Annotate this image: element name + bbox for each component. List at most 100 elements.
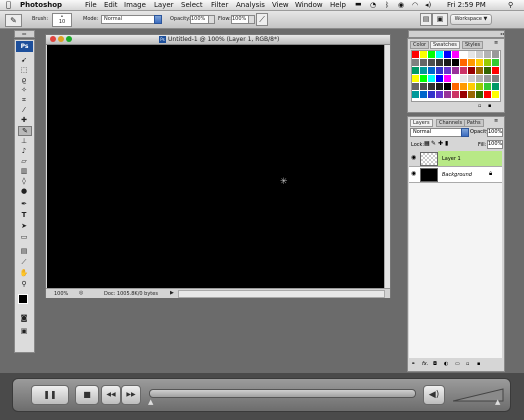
apple-icon[interactable]:  [6, 0, 11, 9]
color-swatch[interactable] [412, 91, 419, 98]
tab-swatches[interactable]: Swatches [430, 41, 460, 49]
new-layer-icon[interactable]: ▫ [466, 361, 469, 367]
layer-row-background[interactable]: ◉ Background 🔒︎ [409, 167, 502, 183]
display-icon[interactable]: ▬ [355, 0, 362, 8]
layer-opacity-input[interactable]: 100% [487, 128, 503, 137]
menu-select[interactable]: Select [181, 1, 203, 9]
menu-image[interactable]: Image [124, 1, 146, 9]
color-swatch[interactable] [492, 83, 499, 90]
layer-name[interactable]: Layer 1 [442, 156, 461, 162]
status-arrow-icon[interactable]: ▶ [170, 290, 174, 296]
color-swatch[interactable] [484, 67, 491, 74]
lock-pixels-icon[interactable]: ✎ [431, 140, 436, 147]
color-swatch[interactable] [444, 75, 451, 82]
color-swatch[interactable] [476, 67, 483, 74]
opacity-arrow-icon[interactable] [208, 15, 215, 24]
color-swatch[interactable] [428, 51, 435, 58]
color-swatch[interactable] [420, 51, 427, 58]
clone-stamp-tool-icon[interactable]: ⊥ [18, 137, 30, 145]
color-swatch[interactable] [436, 75, 443, 82]
layer-visibility-eye-icon[interactable]: ◉ [411, 154, 416, 161]
tab-channels[interactable]: Channels [436, 119, 466, 127]
color-swatch[interactable] [436, 59, 443, 66]
color-swatch[interactable] [428, 59, 435, 66]
brush-picker[interactable]: • 10 [52, 13, 72, 27]
status-menu-icon[interactable]: ◎ [79, 290, 83, 296]
scrubber-track[interactable] [149, 389, 416, 398]
crop-tool-icon[interactable]: ⌗ [18, 96, 30, 104]
adjustment-layer-icon[interactable]: ◐ [444, 361, 448, 367]
color-swatch[interactable] [460, 59, 467, 66]
panel-dock-collapse-icon[interactable]: ◂◂ [408, 30, 505, 38]
color-swatch[interactable] [452, 75, 459, 82]
color-swatch[interactable] [428, 83, 435, 90]
color-swatch[interactable] [484, 75, 491, 82]
color-swatch[interactable] [436, 83, 443, 90]
delete-swatch-icon[interactable]: ▪ [488, 103, 491, 109]
menu-view[interactable]: View [272, 1, 289, 9]
brush-tool-icon[interactable]: ✎ [18, 126, 32, 136]
blend-mode-arrow-icon[interactable] [461, 128, 469, 137]
color-swatch[interactable] [412, 83, 419, 90]
color-swatch[interactable] [452, 51, 459, 58]
toolbox-collapse-icon[interactable]: ▸▸ [14, 30, 35, 38]
color-swatch[interactable] [420, 91, 427, 98]
fast-forward-button[interactable]: ▶▶ [121, 385, 141, 405]
color-swatch[interactable] [452, 59, 459, 66]
fill-input[interactable]: 100% [487, 140, 503, 149]
stop-button[interactable]: ■ [75, 385, 99, 405]
brush-tool-preset-icon[interactable]: ✎ [5, 14, 22, 27]
zoom-button[interactable] [66, 36, 72, 42]
horizontal-scrollbar[interactable] [178, 290, 385, 298]
blur-tool-icon[interactable]: ◊ [18, 177, 30, 185]
lock-transparency-icon[interactable]: ▦ [424, 140, 430, 147]
tab-paths[interactable]: Paths [464, 119, 484, 127]
color-swatch[interactable] [420, 83, 427, 90]
menu-layer[interactable]: Layer [154, 1, 174, 9]
trash-icon[interactable]: ▪ [477, 361, 480, 367]
color-swatch[interactable] [412, 75, 419, 82]
color-swatch[interactable] [468, 75, 475, 82]
color-swatch[interactable] [460, 91, 467, 98]
magic-wand-tool-icon[interactable]: ✧ [18, 86, 30, 94]
healing-brush-tool-icon[interactable]: ✚ [18, 116, 30, 124]
color-swatch[interactable] [412, 67, 419, 74]
layer-row-layer-1[interactable]: ◉ Layer 1 [409, 151, 502, 167]
move-tool-icon[interactable]: ➹ [18, 56, 30, 64]
vertical-scrollbar[interactable] [384, 45, 390, 288]
tab-color[interactable]: Color [410, 41, 430, 49]
new-swatch-icon[interactable]: ▫ [478, 103, 481, 109]
color-swatch[interactable] [452, 83, 459, 90]
notes-tool-icon[interactable]: ▤ [18, 247, 30, 255]
slice-tool-icon[interactable]: ⁄ [18, 106, 30, 114]
color-swatch[interactable] [476, 51, 483, 58]
tab-layers[interactable]: Layers [410, 119, 433, 127]
color-swatch[interactable] [476, 91, 483, 98]
flow-input[interactable]: 100% [231, 15, 249, 24]
lock-position-icon[interactable]: ✚ [438, 140, 443, 147]
color-swatch[interactable] [460, 75, 467, 82]
layer-style-icon[interactable]: fx. [422, 361, 428, 367]
color-swatch[interactable] [468, 83, 475, 90]
shape-tool-icon[interactable]: ▭ [18, 233, 30, 241]
quick-mask-icon[interactable]: ◙ [18, 314, 30, 322]
spotlight-icon[interactable]: ⚲ [508, 1, 513, 9]
color-swatch[interactable] [420, 75, 427, 82]
color-swatch[interactable] [444, 91, 451, 98]
color-swatch[interactable] [476, 83, 483, 90]
volume-menu-icon[interactable]: ◂) [425, 1, 431, 9]
color-swatch[interactable] [444, 83, 451, 90]
flow-arrow-icon[interactable] [248, 15, 255, 24]
color-swatch[interactable] [452, 91, 459, 98]
zoom-tool-icon[interactable]: ⚲ [18, 280, 30, 288]
sync-icon[interactable]: ◉ [398, 1, 404, 9]
color-swatch[interactable] [492, 91, 499, 98]
color-swatch[interactable] [492, 75, 499, 82]
background-visibility-eye-icon[interactable]: ◉ [411, 170, 416, 177]
color-swatch[interactable] [476, 59, 483, 66]
menu-help[interactable]: Help [330, 1, 346, 9]
pen-tool-icon[interactable]: ✒ [18, 200, 30, 208]
opacity-input[interactable]: 100% [190, 15, 209, 24]
bluetooth-icon[interactable]: ᛒ [385, 1, 389, 9]
zoom-level[interactable]: 100% [54, 291, 68, 297]
